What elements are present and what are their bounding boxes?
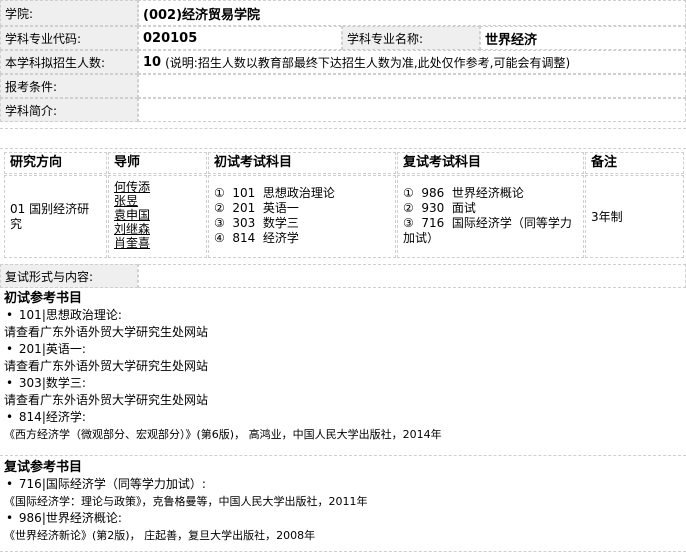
- major-name-value: 世界经济: [480, 26, 686, 50]
- book-desc: 请查看广东外语外贸大学研究生处网站: [4, 325, 209, 339]
- book-desc: 《西方经济学（微观部分、宏观部分）》(第6版)， 高鸿业，中国人民大学出版社，2…: [4, 428, 442, 441]
- header-supervisor: 导师: [108, 152, 207, 174]
- intro-row: 学科简介:: [0, 98, 686, 122]
- book-desc: 请查看广东外语外贸大学研究生处网站: [4, 393, 209, 407]
- book-subject-line: • 814|经济学:: [6, 410, 86, 424]
- bullet: •: [6, 342, 14, 356]
- subject-code: 201: [18, 342, 42, 356]
- college-value: (002)经济贸易学院: [138, 0, 686, 26]
- supervisor-link[interactable]: 肖奎喜: [114, 236, 201, 250]
- subject-code: 986: [18, 511, 42, 525]
- major-code-label: 学科专业代码:: [0, 26, 138, 50]
- subject-code: 814: [18, 410, 42, 424]
- retest-books-section: 复试参考书目 • 716|国际经济学（同等学力加试）: 《国际经济学：理论与政策…: [4, 459, 368, 544]
- supervisor-cell: 何传添 张昱 袁申国 刘继森 肖奎喜: [108, 175, 207, 258]
- college-row: 学院: (002)经济贸易学院: [0, 0, 686, 26]
- book-subject-line: • 716|国际经济学（同等学力加试）:: [6, 477, 206, 491]
- subject-name: 国际经济学（同等学力加试）:: [45, 477, 206, 491]
- retest-subject: ② 930 面试: [403, 201, 476, 215]
- subject-name: 世界经济概论:: [45, 511, 122, 525]
- book-desc: 《国际经济学：理论与政策》，克鲁格曼等，中国人民大学出版社，2011年: [4, 495, 368, 508]
- exam-table: 研究方向 导师 初试考试科目 复试考试科目 备注 01 国别经济研究 何传添 张…: [4, 152, 684, 258]
- exam-table-header: 研究方向 导师 初试考试科目 复试考试科目 备注: [4, 152, 684, 174]
- header-remark: 备注: [585, 152, 684, 174]
- book-subject-line: • 101|思想政治理论:: [6, 308, 122, 322]
- subject-name: 思想政治理论:: [45, 308, 122, 322]
- subject-name: 英语一:: [45, 342, 86, 356]
- intro-label: 学科简介:: [0, 98, 138, 122]
- retest-form-label: 复试形式与内容:: [0, 264, 138, 288]
- initial-subjects-cell: ① 101 思想政治理论 ② 201 英语一 ③ 303 数学三 ④ 814 经…: [208, 175, 396, 258]
- initial-subject: ③ 303 数学三: [214, 216, 299, 230]
- enroll-row: 本学科拟招生人数: 10 (说明:招生人数以教育部最终下达招生人数为准,此处仅作…: [0, 50, 686, 74]
- header-initial-subjects: 初试考试科目: [208, 152, 396, 174]
- header-direction: 研究方向: [4, 152, 107, 174]
- subject-code: 303: [18, 376, 42, 390]
- bullet: •: [6, 308, 14, 322]
- initial-subject: ④ 814 经济学: [214, 231, 299, 245]
- enroll-note: (说明:招生人数以教育部最终下达招生人数为准,此处仅作参考,可能会有调整): [165, 55, 571, 70]
- enroll-label: 本学科拟招生人数:: [0, 50, 138, 74]
- retest-form-row: 复试形式与内容:: [0, 264, 686, 288]
- major-code-value: 020105: [138, 26, 342, 50]
- exam-table-row: 01 国别经济研究 何传添 张昱 袁申国 刘继森 肖奎喜 ① 101 思想政治理…: [4, 175, 684, 258]
- remark-cell: 3年制: [585, 175, 684, 258]
- condition-row: 报考条件:: [0, 74, 686, 98]
- major-row: 学科专业代码: 020105 学科专业名称: 世界经济: [0, 26, 686, 50]
- enroll-count: 10: [143, 54, 162, 70]
- bullet: •: [6, 376, 14, 390]
- condition-value: [138, 74, 686, 98]
- direction-text: 01 国别经济研究: [10, 201, 90, 231]
- initial-subject: ① 101 思想政治理论: [214, 186, 335, 200]
- initial-subject: ② 201 英语一: [214, 201, 299, 215]
- supervisor-link[interactable]: 袁申国: [114, 208, 201, 222]
- initial-books-title: 初试参考书目: [4, 291, 83, 306]
- college-label: 学院:: [0, 0, 138, 26]
- enroll-cell: 10 (说明:招生人数以教育部最终下达招生人数为准,此处仅作参考,可能会有调整): [138, 50, 686, 74]
- initial-books-section: 初试参考书目 • 101|思想政治理论: 请查看广东外语外贸大学研究生处网站 •…: [4, 290, 442, 443]
- condition-label: 报考条件:: [0, 74, 138, 98]
- supervisor-link[interactable]: 张昱: [114, 194, 201, 208]
- divider: [0, 128, 686, 129]
- divider: [0, 551, 686, 552]
- subject-name: 经济学:: [45, 410, 86, 424]
- divider: [0, 455, 686, 456]
- bullet: •: [6, 477, 14, 491]
- book-subject-line: • 303|数学三:: [6, 376, 86, 390]
- intro-value: [138, 98, 686, 122]
- book-desc: 请查看广东外语外贸大学研究生处网站: [4, 359, 209, 373]
- divider: [0, 148, 686, 149]
- supervisor-link[interactable]: 何传添: [114, 180, 201, 194]
- retest-subject: ① 986 世界经济概论: [403, 186, 524, 200]
- retest-books-title: 复试参考书目: [4, 460, 83, 475]
- subject-code: 716: [18, 477, 42, 491]
- direction-cell: 01 国别经济研究: [4, 175, 107, 258]
- book-desc: 《世界经济新论》(第2版)， 庄起善，复旦大学出版社，2008年: [4, 529, 316, 542]
- book-subject-line: • 201|英语一:: [6, 342, 86, 356]
- book-subject-line: • 986|世界经济概论:: [6, 511, 122, 525]
- supervisor-link[interactable]: 刘继森: [114, 222, 201, 236]
- major-name-label: 学科专业名称:: [342, 26, 480, 50]
- subject-code: 101: [18, 308, 42, 322]
- bullet: •: [6, 511, 14, 525]
- retest-form-value: [138, 264, 686, 288]
- retest-subjects-cell: ① 986 世界经济概论 ② 930 面试 ③ 716 国际经济学（同等学力 加…: [397, 175, 584, 258]
- bullet: •: [6, 410, 14, 424]
- header-retest-subjects: 复试考试科目: [397, 152, 584, 174]
- retest-subject: ③ 716 国际经济学（同等学力: [403, 216, 572, 230]
- retest-subject: 加试）: [403, 231, 440, 245]
- remark-text: 3年制: [591, 210, 623, 224]
- subject-name: 数学三:: [45, 376, 86, 390]
